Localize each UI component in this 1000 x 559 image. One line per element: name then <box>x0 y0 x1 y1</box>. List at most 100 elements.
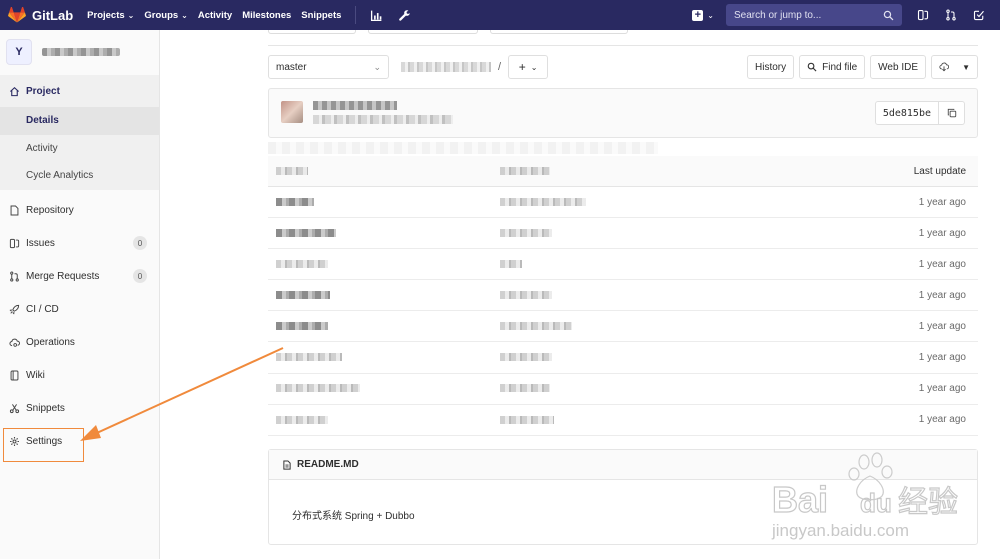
file-name-cell <box>268 383 500 394</box>
chevron-down-icon: ⌄ <box>530 62 538 72</box>
commit-sha[interactable]: 5de815be <box>874 101 939 125</box>
nav-projects[interactable]: Projects ⌄ <box>87 10 134 21</box>
chart-icon[interactable] <box>368 7 384 23</box>
merge-requests-icon <box>8 270 20 282</box>
web-ide-button[interactable]: Web IDE <box>870 55 926 79</box>
sidebar-item-label: Wiki <box>26 369 45 381</box>
table-row[interactable]: 1 year ago <box>268 311 978 343</box>
table-row[interactable]: 1 year ago <box>268 342 978 374</box>
readme-header[interactable]: README.MD <box>269 450 977 480</box>
commit-msg-redacted[interactable] <box>500 291 552 300</box>
file-name-redacted[interactable] <box>276 260 328 269</box>
issues-icon[interactable] <box>916 8 930 22</box>
main-content: master ⌄ / + ⌄ History Find file Web IDE… <box>160 30 1000 559</box>
sidebar-item-snippets[interactable]: Snippets <box>0 392 159 425</box>
branch-select[interactable]: master ⌄ <box>268 55 389 79</box>
download-dropdown[interactable]: ▼ <box>931 55 978 79</box>
updated-cell: 1 year ago <box>918 227 966 239</box>
file-name-redacted[interactable] <box>276 229 336 237</box>
table-row[interactable]: 1 year ago <box>268 374 978 405</box>
readme-content: 分布式系统 Spring + Dubbo <box>292 511 415 522</box>
sidebar-item-wiki[interactable]: Wiki <box>0 359 159 392</box>
file-name-redacted[interactable] <box>276 291 330 300</box>
sidebar-sub-activity[interactable]: Activity <box>0 135 159 163</box>
doc-icon <box>8 204 20 216</box>
issues-icon <box>8 237 20 249</box>
table-row[interactable]: 1 year ago <box>268 187 978 219</box>
nav-activity[interactable]: Activity <box>198 10 232 21</box>
path-separator: / <box>498 61 502 73</box>
sidebar-item-settings[interactable]: Settings <box>0 425 159 458</box>
sidebar-sub-cycle-analytics[interactable]: Cycle Analytics <box>0 162 159 190</box>
table-row[interactable]: 1 year ago <box>268 249 978 281</box>
caret-down-icon: ▼ <box>962 62 970 72</box>
nav-snippets[interactable]: Snippets <box>301 10 341 21</box>
table-row[interactable]: 1 year ago <box>268 405 978 436</box>
wrench-icon[interactable] <box>396 7 412 23</box>
updated-cell: 1 year ago <box>918 383 966 395</box>
file-name-cell <box>268 352 500 363</box>
nav-divider <box>355 6 357 24</box>
author-avatar[interactable] <box>281 101 303 123</box>
updated-cell: 1 year ago <box>918 414 966 426</box>
sidebar-item-issues[interactable]: Issues 0 <box>0 227 159 260</box>
nav-groups-label: Groups <box>144 9 179 21</box>
commit-msg-redacted[interactable] <box>500 260 522 269</box>
sidebar-item-operations[interactable]: Operations <box>0 326 159 359</box>
history-button[interactable]: History <box>747 55 795 79</box>
sidebar-item-ci-cd[interactable]: CI / CD <box>0 293 159 326</box>
sidebar-item-merge-requests[interactable]: Merge Requests 0 <box>0 260 159 293</box>
chevron-down-icon: ⌄ <box>181 10 188 20</box>
plus-square-icon: + <box>692 9 704 21</box>
sidebar-item-project[interactable]: Project <box>0 75 159 107</box>
file-name-cell <box>268 290 500 301</box>
table-row[interactable]: 1 year ago <box>268 280 978 312</box>
file-name-redacted[interactable] <box>276 322 328 331</box>
file-name-redacted[interactable] <box>276 197 314 206</box>
commit-meta-redacted <box>313 115 453 124</box>
merge-requests-icon[interactable] <box>944 8 958 22</box>
commit-msg-redacted[interactable] <box>500 322 572 331</box>
chevron-down-icon: ⌄ <box>127 10 135 20</box>
commit-msg-redacted[interactable] <box>500 415 554 424</box>
commit-msg-redacted[interactable] <box>500 197 586 206</box>
file-icon <box>283 459 291 470</box>
nav-groups[interactable]: Groups ⌄ <box>144 10 187 21</box>
search-box[interactable] <box>726 4 902 26</box>
book-icon <box>8 369 20 381</box>
copy-sha-button[interactable] <box>939 101 965 125</box>
gitlab-fox-icon <box>8 7 26 23</box>
find-file-button[interactable]: Find file <box>799 55 866 79</box>
nav-projects-label: Projects <box>87 9 125 21</box>
file-name-cell <box>268 321 500 332</box>
commit-title-redacted <box>313 101 397 110</box>
file-name-redacted[interactable] <box>276 353 342 362</box>
file-name-cell <box>268 414 500 425</box>
commit-msg-redacted[interactable] <box>500 229 552 237</box>
file-name-cell <box>268 228 500 239</box>
file-name-cell <box>268 259 500 270</box>
cloud-gear-icon <box>8 336 20 348</box>
file-table-header: Last update <box>268 156 978 187</box>
commit-msg-redacted[interactable] <box>500 384 550 393</box>
commit-msg-redacted[interactable] <box>500 353 552 362</box>
file-name-redacted[interactable] <box>276 415 328 424</box>
project-header[interactable]: Y <box>0 30 159 74</box>
add-file-dropdown[interactable]: + ⌄ <box>508 55 549 79</box>
count-badge: 0 <box>133 269 147 283</box>
last-update-header: Last update <box>913 165 966 177</box>
nav-milestones[interactable]: Milestones <box>242 10 291 21</box>
count-badge: 0 <box>133 236 147 250</box>
gitlab-logo[interactable]: GitLab <box>8 7 73 23</box>
sidebar-sub-details[interactable]: Details <box>0 107 159 135</box>
readme-panel: README.MD 分布式系统 Spring + Dubbo <box>268 449 978 545</box>
top-navbar: GitLab Projects ⌄ Groups ⌄ Activity Milest… <box>0 0 1000 30</box>
sidebar-item-repository[interactable]: Repository <box>0 194 159 227</box>
new-item-dropdown[interactable]: + ⌄ <box>692 9 714 21</box>
commit-msg-cell <box>500 259 820 270</box>
file-name-redacted[interactable] <box>276 384 360 393</box>
todos-icon[interactable] <box>972 8 986 22</box>
project-sidebar: Y Project Details Activity Cycle Analyti… <box>0 30 160 559</box>
search-input[interactable] <box>734 9 883 21</box>
table-row[interactable]: 1 year ago <box>268 218 978 250</box>
